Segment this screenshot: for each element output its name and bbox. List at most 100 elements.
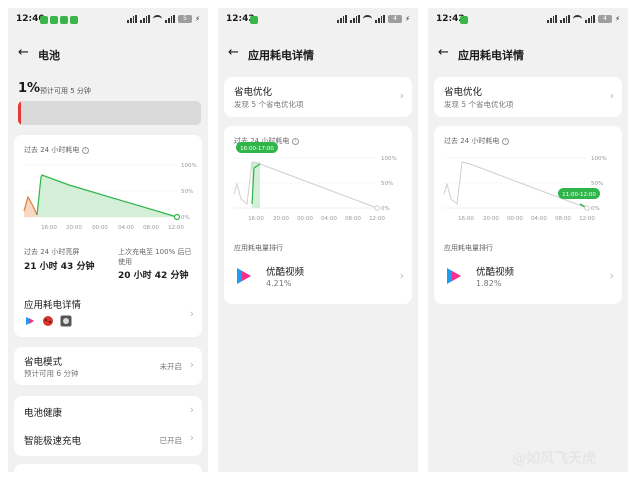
chevron-right-icon[interactable]: › [190,403,194,416]
signal-icon [350,15,361,23]
page-title: 应用耗电详情 [458,49,524,62]
x-tick-label: 04:00 [321,216,337,222]
app-icons-row [24,315,72,327]
wifi-icon [153,15,163,23]
page-title: 应用耗电详情 [248,49,314,62]
app-detail-screen: 12:42 4 ⚡ ← 应用耗电详情 省电优化 发现 5 个省电优化项 › 过去… [218,8,418,472]
battery-icon: 5 [178,15,193,23]
y-tick-label: 50% [181,189,193,195]
app-detail-link[interactable]: 应用耗电详情 [24,297,81,311]
signal-icon [127,15,138,23]
status-right: 4 ⚡ [337,15,410,23]
since-charge-label: 上次充电至 100% 后已 [118,248,192,256]
tooltip-text: 11:00-12:00 [562,192,596,198]
y-tick-label: 100% [591,156,607,162]
notification-icons [40,16,78,24]
app-notification-icon [70,16,78,24]
camera-app-icon [60,315,72,327]
info-icon[interactable]: i [82,146,90,154]
optimize-title: 省电优化 [444,87,483,98]
x-tick-label: 00:00 [507,216,523,222]
optimize-card[interactable]: 省电优化 发现 5 个省电优化项 › [224,77,412,117]
x-tick-label: 12:00 [168,225,184,231]
back-arrow-icon[interactable]: ← [18,45,29,60]
page-header: ← 应用耗电详情 [218,44,418,64]
x-tick-label: 20:00 [66,225,82,231]
app-notification-icon [460,16,468,24]
app-notification-icon [250,16,258,24]
current-point [374,205,380,211]
battery-percent: 1% [18,81,41,96]
battery-screen: 12:40 5 ⚡ ← 电池 1% 预计可用 5 分钟 过去 24 小时耗电i [8,8,208,472]
x-tick-label: 08:00 [143,225,159,231]
usage-chart-title-text: 过去 24 小时耗电 [24,146,80,154]
wifi-icon [573,15,583,23]
charging-icon: ⚡ [405,15,410,23]
since-charge-value: 20 小时 42 分钟 [118,271,189,281]
app-percent: 4.21% [266,279,292,288]
wifi-icon [363,15,373,23]
signal-icon [560,15,571,23]
signal-icon [375,15,386,23]
ladybug-app-icon [43,316,53,326]
chevron-right-icon[interactable]: › [610,269,614,282]
chevron-right-icon: › [189,358,194,371]
battery-level-fill [18,101,21,125]
screen-on-value: 21 小时 43 分钟 [24,262,95,272]
battery-settings-card: 电池健康 › 智能极速充电 已开启 › [14,396,202,456]
power-saving-sub: 预计可用 6 分钟 [24,369,79,378]
chevron-right-icon: › [399,89,404,102]
page-header: ← 应用耗电详情 [428,44,628,64]
charging-icon: ⚡ [195,15,200,23]
chevron-right-icon[interactable]: › [400,269,404,282]
app-notification-icon [40,16,48,24]
status-bar: 12:40 5 ⚡ [8,8,208,32]
battery-icon: 4 [388,15,403,23]
y-tick-label: 0% [381,206,390,212]
rank-label: 应用耗电量排行 [444,244,493,252]
x-tick-label: 04:00 [118,225,134,231]
y-tick-label: 100% [181,163,197,169]
y-tick-label: 100% [381,156,397,162]
status-bar: 12:42 4 ⚡ [218,8,418,32]
app-percent: 1.82% [476,279,502,288]
battery-estimate: 预计可用 5 分钟 [40,87,91,95]
usage-chart[interactable]: 100% 50% 0% 16:00-17:00 16:00 20:00 00:0… [224,142,414,234]
back-arrow-icon[interactable]: ← [228,45,239,60]
y-tick-label: 50% [381,181,393,187]
smart-charge-link[interactable]: 智能极速充电 [24,433,81,447]
x-tick-label: 12:00 [579,216,595,222]
usage-card: 过去 24 小时耗电 i 100% 50% 0% 16:00-17:00 16:0… [224,126,412,304]
optimize-card[interactable]: 省电优化 发现 5 个省电优化项 › [434,77,622,117]
y-tick-label: 0% [591,206,600,212]
battery-health-link[interactable]: 电池健康 [24,405,62,419]
signal-icon [547,15,558,23]
app-detail-screen: 12:42 4 ⚡ ← 应用耗电详情 省电优化 发现 5 个省电优化项 › 过去… [428,8,628,472]
app-name[interactable]: 优酷视频 [476,264,514,278]
page-title: 电池 [38,49,60,62]
signal-icon [337,15,348,23]
optimize-title: 省电优化 [234,87,273,98]
usage-line [443,161,588,209]
x-tick-label: 08:00 [345,216,361,222]
chevron-right-icon[interactable]: › [190,431,194,444]
smart-charge-state: 已开启 [159,436,183,445]
battery-level-bar [18,101,201,125]
y-tick-label: 50% [591,181,603,187]
watermark: @如风飞天虎 [512,451,596,467]
page-header: ← 电池 [8,44,208,64]
usage-card: 过去 24 小时耗电 i 100% 50% 0% 16:00 20:00 00:0… [14,135,202,337]
x-tick-label: 00:00 [92,225,108,231]
usage-chart[interactable]: 100% 50% 0% 11:00-12:00 16:00 20:00 00:0… [434,144,624,234]
back-arrow-icon[interactable]: ← [438,45,449,60]
x-tick-label: 20:00 [273,216,289,222]
signal-icon [585,15,596,23]
app-notification-icon [60,16,68,24]
app-name[interactable]: 优酷视频 [266,264,304,278]
power-saving-card[interactable]: 省电模式 预计可用 6 分钟 未开启 › [14,347,202,385]
chevron-right-icon[interactable]: › [190,307,194,320]
y-tick-label: 0% [181,215,190,221]
app-notification-icon [50,16,58,24]
usage-chart[interactable]: 100% 50% 0% 16:00 20:00 00:00 04:00 08:0… [14,157,204,247]
x-tick-label: 16:00 [248,216,264,222]
